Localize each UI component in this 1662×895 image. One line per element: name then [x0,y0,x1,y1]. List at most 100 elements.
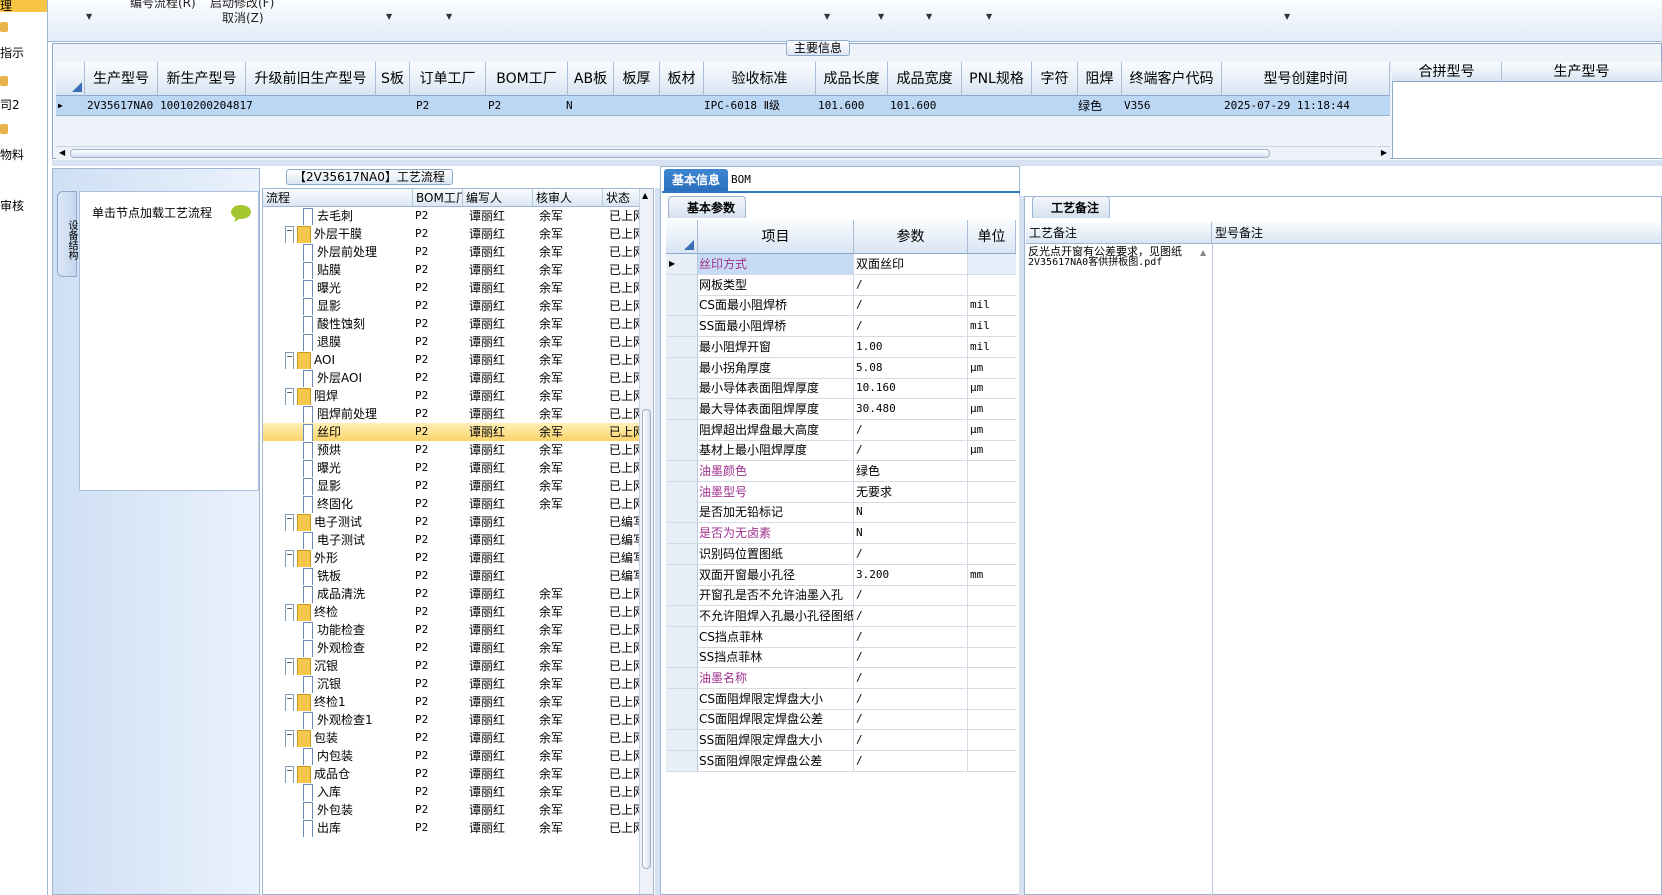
collapse-icon[interactable]: − [285,765,294,783]
tab-basic-info[interactable]: 基本信息 [664,169,728,191]
cancel-button[interactable]: 取消(Z) [222,9,264,26]
vertical-tab[interactable]: 设备结构 [57,191,77,277]
tree-node[interactable]: − 成品仓 [285,765,413,783]
column-header[interactable]: 型号备注 [1212,222,1662,244]
param-value[interactable]: 10.160 [854,378,968,399]
tree-row[interactable]: − 外层干膜 P2 谭丽红 余军 已上网 [263,225,643,243]
tree-row[interactable]: 外层AOI P2 谭丽红 余军 已上网 [263,369,643,387]
collapse-icon[interactable]: − [285,729,294,747]
tree-row[interactable]: 贴膜 P2 谭丽红 余军 已上网 [263,261,643,279]
param-row[interactable]: CS挡点菲林 / [666,626,1016,648]
tree-node[interactable]: 外观检查 [303,639,413,657]
tree-row[interactable]: 酸性蚀刻 P2 谭丽红 余军 已上网 [263,315,643,333]
column-header[interactable]: 成品宽度 [888,62,962,96]
scroll-right-icon[interactable]: ▶ [1381,148,1387,157]
scrollbar-thumb[interactable] [642,409,651,869]
column-header[interactable]: 合拼型号 [1392,62,1502,82]
param-row[interactable]: CS面阻焊限定焊盘大小 / [666,688,1016,710]
param-value[interactable]: 30.480 [854,398,968,419]
param-value[interactable]: / [854,647,968,668]
chevron-down-icon[interactable]: ▼ [986,12,992,21]
tree-node[interactable]: 显影 [303,477,413,495]
tree-node[interactable]: 去毛刺 [303,207,413,225]
tree-node[interactable]: 外层前处理 [303,243,413,261]
param-row[interactable]: 不允许阻焊入孔最小孔径图纸 / [666,605,1016,627]
param-value[interactable]: 5.08 [854,357,968,378]
tree-node[interactable]: 外层AOI [303,369,413,387]
column-header[interactable]: 参数 [854,220,968,254]
tree-node[interactable]: 终固化 [303,495,413,513]
tree-row[interactable]: 退膜 P2 谭丽红 余军 已上网 [263,333,643,351]
collapse-icon[interactable]: − [285,693,294,711]
tree-row[interactable]: 曝光 P2 谭丽红 余军 已上网 [263,279,643,297]
tree-node[interactable]: − 终检1 [285,693,413,711]
left-nav-item[interactable]: 审核 [0,197,24,214]
param-row[interactable]: 最大导体表面阻焊厚度 30.480 μm [666,398,1016,420]
tree-row[interactable]: − AOI P2 谭丽红 余军 已上网 [263,351,643,369]
param-value[interactable]: / [854,688,968,709]
param-row[interactable]: 最小阻焊开窗 1.00 mil [666,336,1016,358]
tree-node[interactable]: 入库 [303,783,413,801]
param-value[interactable]: / [854,626,968,647]
chevron-down-icon[interactable]: ▼ [386,12,392,21]
tree-node[interactable]: − 包装 [285,729,413,747]
param-value[interactable]: / [854,274,968,295]
tree-row[interactable]: − 终检 P2 谭丽红 余军 已上网 [263,603,643,621]
tree-row[interactable]: − 成品仓 P2 谭丽红 余军 已上网 [263,765,643,783]
param-value[interactable]: / [854,316,968,337]
column-header[interactable]: 终端客户代码 [1122,62,1222,96]
column-header[interactable]: BOM工厂 [486,62,568,96]
tree-node[interactable]: − 外层干膜 [285,225,413,243]
tree-row[interactable]: 沉银 P2 谭丽红 余军 已上网 [263,675,643,693]
chevron-down-icon[interactable]: ▼ [446,12,452,21]
chevron-down-icon[interactable]: ▼ [86,12,92,21]
tree-row[interactable]: 去毛刺 P2 谭丽红 余军 已上网 [263,207,643,225]
param-value[interactable]: / [854,709,968,730]
tree-row[interactable]: 外包装 P2 谭丽红 余军 已上网 [263,801,643,819]
param-value[interactable]: / [854,730,968,751]
collapse-icon[interactable]: − [285,513,294,531]
collapse-icon[interactable]: − [285,549,294,567]
param-value[interactable]: / [854,543,968,564]
param-value[interactable]: / [854,295,968,316]
param-row[interactable]: CS面最小阻焊桥 / mil [666,295,1016,317]
tree-node[interactable]: 丝印 [303,423,413,441]
param-row[interactable]: 网板类型 / [666,274,1016,296]
left-nav-item[interactable]: 司2 [0,96,20,113]
tree-node[interactable]: 外包装 [303,801,413,819]
column-header[interactable]: 生产型号 [85,62,158,96]
tree-row[interactable]: − 终检1 P2 谭丽红 余军 已上网 [263,693,643,711]
tab-basic-params[interactable]: 基本参数 [668,196,747,218]
param-value[interactable]: 双面丝印 [854,254,968,274]
column-header[interactable]: 编写人 [463,189,533,207]
param-value[interactable]: / [854,605,968,626]
param-value[interactable]: 无要求 [854,481,968,502]
param-value[interactable]: / [854,585,968,606]
scrollbar-thumb[interactable] [70,149,1270,158]
tree-row[interactable]: 成品清洗 P2 谭丽红 余军 已上网 [263,585,643,603]
tree-node[interactable]: 外观检查1 [303,711,413,729]
tree-row[interactable]: 功能检查 P2 谭丽红 余军 已上网 [263,621,643,639]
left-nav-item[interactable]: 指示 [0,44,24,61]
tree-row[interactable]: 丝印 P2 谭丽红 余军 已上网 [263,423,643,441]
tree-row[interactable]: 显影 P2 谭丽红 余军 已上网 [263,297,643,315]
tree-row[interactable]: − 沉银 P2 谭丽红 余军 已上网 [263,657,643,675]
column-header[interactable]: AB板 [568,62,614,96]
column-header[interactable]: 项目 [698,220,854,254]
param-row[interactable]: 双面开窗最小孔径 3.200 mm [666,564,1016,586]
column-header[interactable]: 验收标准 [704,62,816,96]
param-row[interactable]: SS面阻焊限定焊盘大小 / [666,730,1016,752]
tree-node[interactable]: 成品清洗 [303,585,413,603]
column-header[interactable]: 生产型号 [1502,62,1662,82]
tree-row[interactable]: 显影 P2 谭丽红 余军 已上网 [263,477,643,495]
tree-row[interactable]: 内包装 P2 谭丽红 余军 已上网 [263,747,643,765]
param-value[interactable]: N [854,502,968,523]
tree-node[interactable]: − AOI [285,351,413,369]
tree-node[interactable]: − 终检 [285,603,413,621]
scroll-up-icon[interactable]: ▲ [1200,248,1206,257]
param-row[interactable]: SS面最小阻焊桥 / mil [666,316,1016,338]
param-row[interactable]: SS面阻焊限定焊盘公差 / [666,750,1016,772]
tree-row[interactable]: 铣板 P2 谭丽红 已编写 [263,567,643,585]
param-value[interactable]: / [854,750,968,771]
tree-node[interactable]: 退膜 [303,333,413,351]
